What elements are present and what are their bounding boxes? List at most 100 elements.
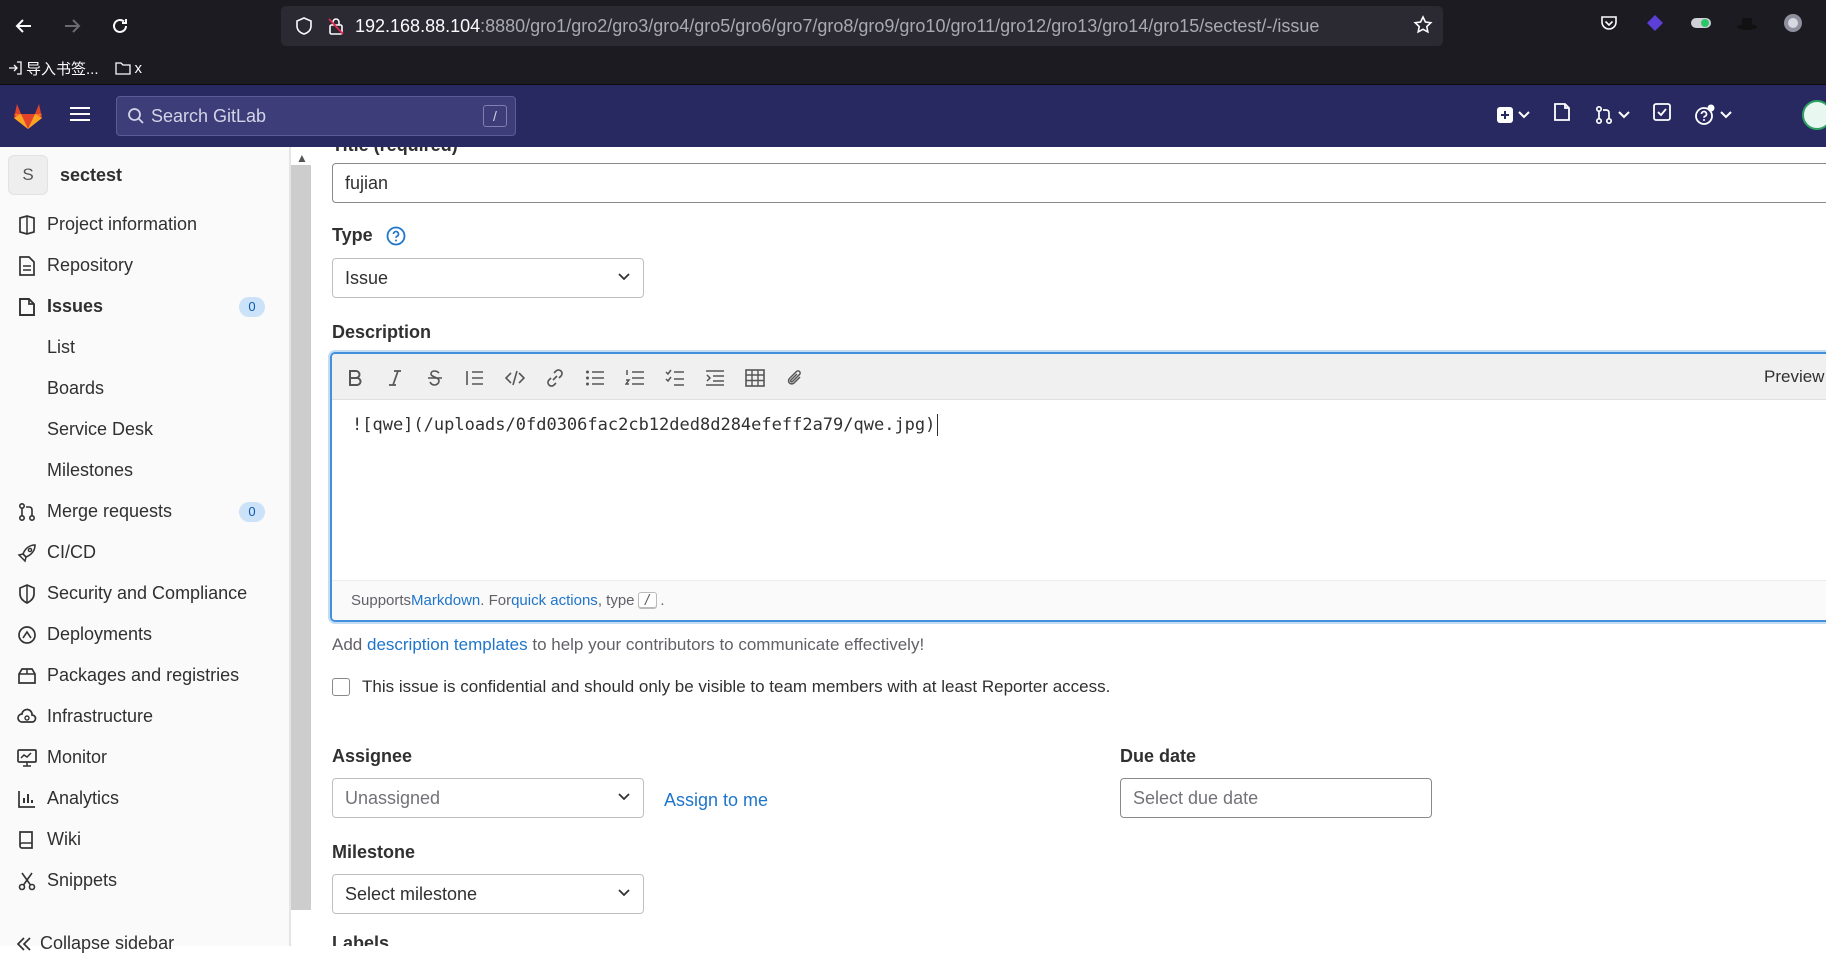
help-dropdown[interactable] bbox=[1694, 104, 1732, 126]
sidebar-item-label: Project information bbox=[47, 214, 198, 234]
sidebar-item-wiki[interactable]: Wiki bbox=[0, 819, 290, 860]
scroll-up-icon[interactable]: ▲ bbox=[296, 151, 308, 165]
sidebar-item-project-information[interactable]: Project information bbox=[0, 204, 290, 245]
user-avatar[interactable] bbox=[1802, 100, 1826, 130]
issues-count-badge: 0 bbox=[239, 296, 265, 317]
project-icon bbox=[16, 214, 38, 235]
issues-icon bbox=[16, 297, 38, 317]
sidebar-item-packages-registries[interactable]: Packages and registries bbox=[0, 655, 290, 696]
reload-icon[interactable] bbox=[102, 8, 138, 44]
markdown-help-footer: Supports Markdown . For quick actions , … bbox=[332, 580, 1826, 620]
type-label-text: Type bbox=[332, 225, 373, 245]
table-icon[interactable] bbox=[744, 367, 766, 389]
cloud-gear-icon bbox=[16, 707, 38, 727]
sidebar-item-infrastructure[interactable]: Infrastructure bbox=[0, 696, 290, 737]
sidebar-item-label: Infrastructure bbox=[47, 706, 154, 726]
search-input[interactable]: Search GitLab / bbox=[116, 96, 516, 136]
assignee-select-value: Unassigned bbox=[345, 787, 441, 808]
sidebar-subitem-service-desk[interactable]: Service Desk bbox=[0, 409, 290, 450]
confidential-checkbox[interactable] bbox=[332, 678, 350, 696]
url-text: 192.168.88.104:8880/gro1/gro2/gro3/gro4/… bbox=[355, 15, 1320, 36]
sidebar-item-snippets[interactable]: Snippets bbox=[0, 860, 290, 901]
footer-text: , type bbox=[597, 592, 635, 609]
milestone-select[interactable]: Select milestone bbox=[332, 874, 644, 914]
attach-file-icon[interactable] bbox=[784, 367, 806, 389]
labels-label: Labels bbox=[332, 933, 390, 946]
sidebar-item-analytics[interactable]: Analytics bbox=[0, 778, 290, 819]
shield-icon[interactable] bbox=[295, 17, 313, 35]
bookmark-label: 导入书签... bbox=[26, 60, 99, 78]
question-circle-icon[interactable] bbox=[386, 226, 406, 246]
sidebar-item-merge-requests[interactable]: Merge requests 0 bbox=[0, 491, 290, 532]
project-name: sectest bbox=[60, 164, 123, 185]
task-list-icon[interactable] bbox=[664, 367, 686, 389]
sidebar-subitem-milestones[interactable]: Milestones bbox=[0, 450, 290, 491]
description-label: Description bbox=[332, 322, 432, 342]
sidebar-item-label: Snippets bbox=[47, 870, 118, 890]
issues-icon[interactable] bbox=[1552, 102, 1572, 127]
pocket-icon[interactable] bbox=[1596, 10, 1622, 36]
bookmark-import[interactable]: 导入书签... bbox=[8, 58, 99, 79]
quote-icon[interactable] bbox=[464, 367, 486, 389]
bookmark-label: x bbox=[134, 59, 143, 77]
due-date-input[interactable]: Select due date bbox=[1120, 778, 1432, 818]
chevron-down-icon bbox=[618, 273, 630, 281]
document-icon bbox=[16, 255, 38, 276]
merge-request-icon bbox=[16, 502, 38, 522]
back-icon[interactable] bbox=[6, 8, 42, 44]
type-select[interactable]: Issue bbox=[332, 258, 644, 298]
sidebar-item-monitor[interactable]: Monitor bbox=[0, 737, 290, 778]
search-icon bbox=[127, 107, 145, 125]
assign-to-me-link[interactable]: Assign to me bbox=[664, 790, 768, 811]
insecure-lock-icon[interactable] bbox=[327, 17, 345, 35]
sidebar-subitem-boards[interactable]: Boards bbox=[0, 368, 290, 409]
gitlab-logo-icon[interactable] bbox=[12, 100, 44, 132]
extension-avatar-icon[interactable] bbox=[1780, 10, 1806, 36]
link-icon[interactable] bbox=[544, 367, 566, 389]
merge-requests-dropdown[interactable] bbox=[1594, 105, 1630, 125]
quick-actions-link[interactable]: quick actions bbox=[511, 592, 598, 609]
hint-text: to help your contributors to communicate… bbox=[527, 635, 925, 654]
sidebar-item-repository[interactable]: Repository bbox=[0, 245, 290, 286]
sidebar-item-security-compliance[interactable]: Security and Compliance bbox=[0, 573, 290, 614]
extension-purple-icon[interactable] bbox=[1642, 10, 1668, 36]
assignee-select[interactable]: Unassigned bbox=[332, 778, 644, 818]
sidebar-subitem-list[interactable]: List bbox=[0, 327, 290, 368]
italic-icon[interactable] bbox=[384, 367, 406, 389]
sidebar-item-deployments[interactable]: Deployments bbox=[0, 614, 290, 655]
description-textarea[interactable]: ![qwe](/uploads/0fd0306fac2cb12ded8d284e… bbox=[352, 414, 939, 436]
bookmark-folder-x[interactable]: x bbox=[114, 59, 143, 77]
due-date-placeholder: Select due date bbox=[1133, 787, 1259, 808]
extension-hat-icon[interactable] bbox=[1734, 10, 1760, 36]
scissors-icon bbox=[16, 871, 38, 891]
rocket-icon bbox=[16, 543, 38, 563]
bold-icon[interactable] bbox=[344, 367, 366, 389]
code-icon[interactable] bbox=[504, 367, 526, 389]
sidebar-item-label: Packages and registries bbox=[47, 665, 240, 685]
description-editor: Preview ![qwe](/uploads/0fd0306fac2cb12d… bbox=[330, 352, 1826, 622]
address-bar[interactable]: 192.168.88.104:8880/gro1/gro2/gro3/gro4/… bbox=[281, 6, 1443, 46]
confidential-label[interactable]: This issue is confidential and should on… bbox=[362, 677, 1110, 697]
markdown-link[interactable]: Markdown bbox=[411, 592, 480, 609]
strikethrough-icon[interactable] bbox=[424, 367, 446, 389]
todo-icon[interactable] bbox=[1652, 102, 1672, 127]
sidebar-project[interactable]: S sectest bbox=[8, 155, 122, 195]
create-new-dropdown[interactable] bbox=[1496, 106, 1530, 124]
sidebar-scrollbar-thumb[interactable] bbox=[291, 165, 311, 910]
preview-tab[interactable]: Preview bbox=[1764, 367, 1824, 387]
bookmark-star-icon[interactable] bbox=[1413, 15, 1433, 40]
sidebar-item-ci-cd[interactable]: CI/CD bbox=[0, 532, 290, 573]
bullet-list-icon[interactable] bbox=[584, 367, 606, 389]
collapse-sidebar-button[interactable]: Collapse sidebar bbox=[16, 933, 174, 954]
numbered-list-icon[interactable] bbox=[624, 367, 646, 389]
monitor-icon bbox=[16, 748, 38, 768]
sidebar-item-issues[interactable]: Issues 0 bbox=[0, 286, 290, 327]
description-templates-link[interactable]: description templates bbox=[367, 635, 528, 654]
title-input[interactable]: fujian bbox=[332, 163, 1826, 203]
forward-icon[interactable] bbox=[54, 8, 90, 44]
sidebar-item-label: List bbox=[47, 337, 76, 357]
sidebar-scrollbar[interactable]: ▲ bbox=[290, 147, 311, 946]
collapsible-section-icon[interactable] bbox=[704, 367, 726, 389]
menu-icon[interactable] bbox=[70, 106, 90, 127]
extension-toggle-icon[interactable] bbox=[1688, 10, 1714, 36]
